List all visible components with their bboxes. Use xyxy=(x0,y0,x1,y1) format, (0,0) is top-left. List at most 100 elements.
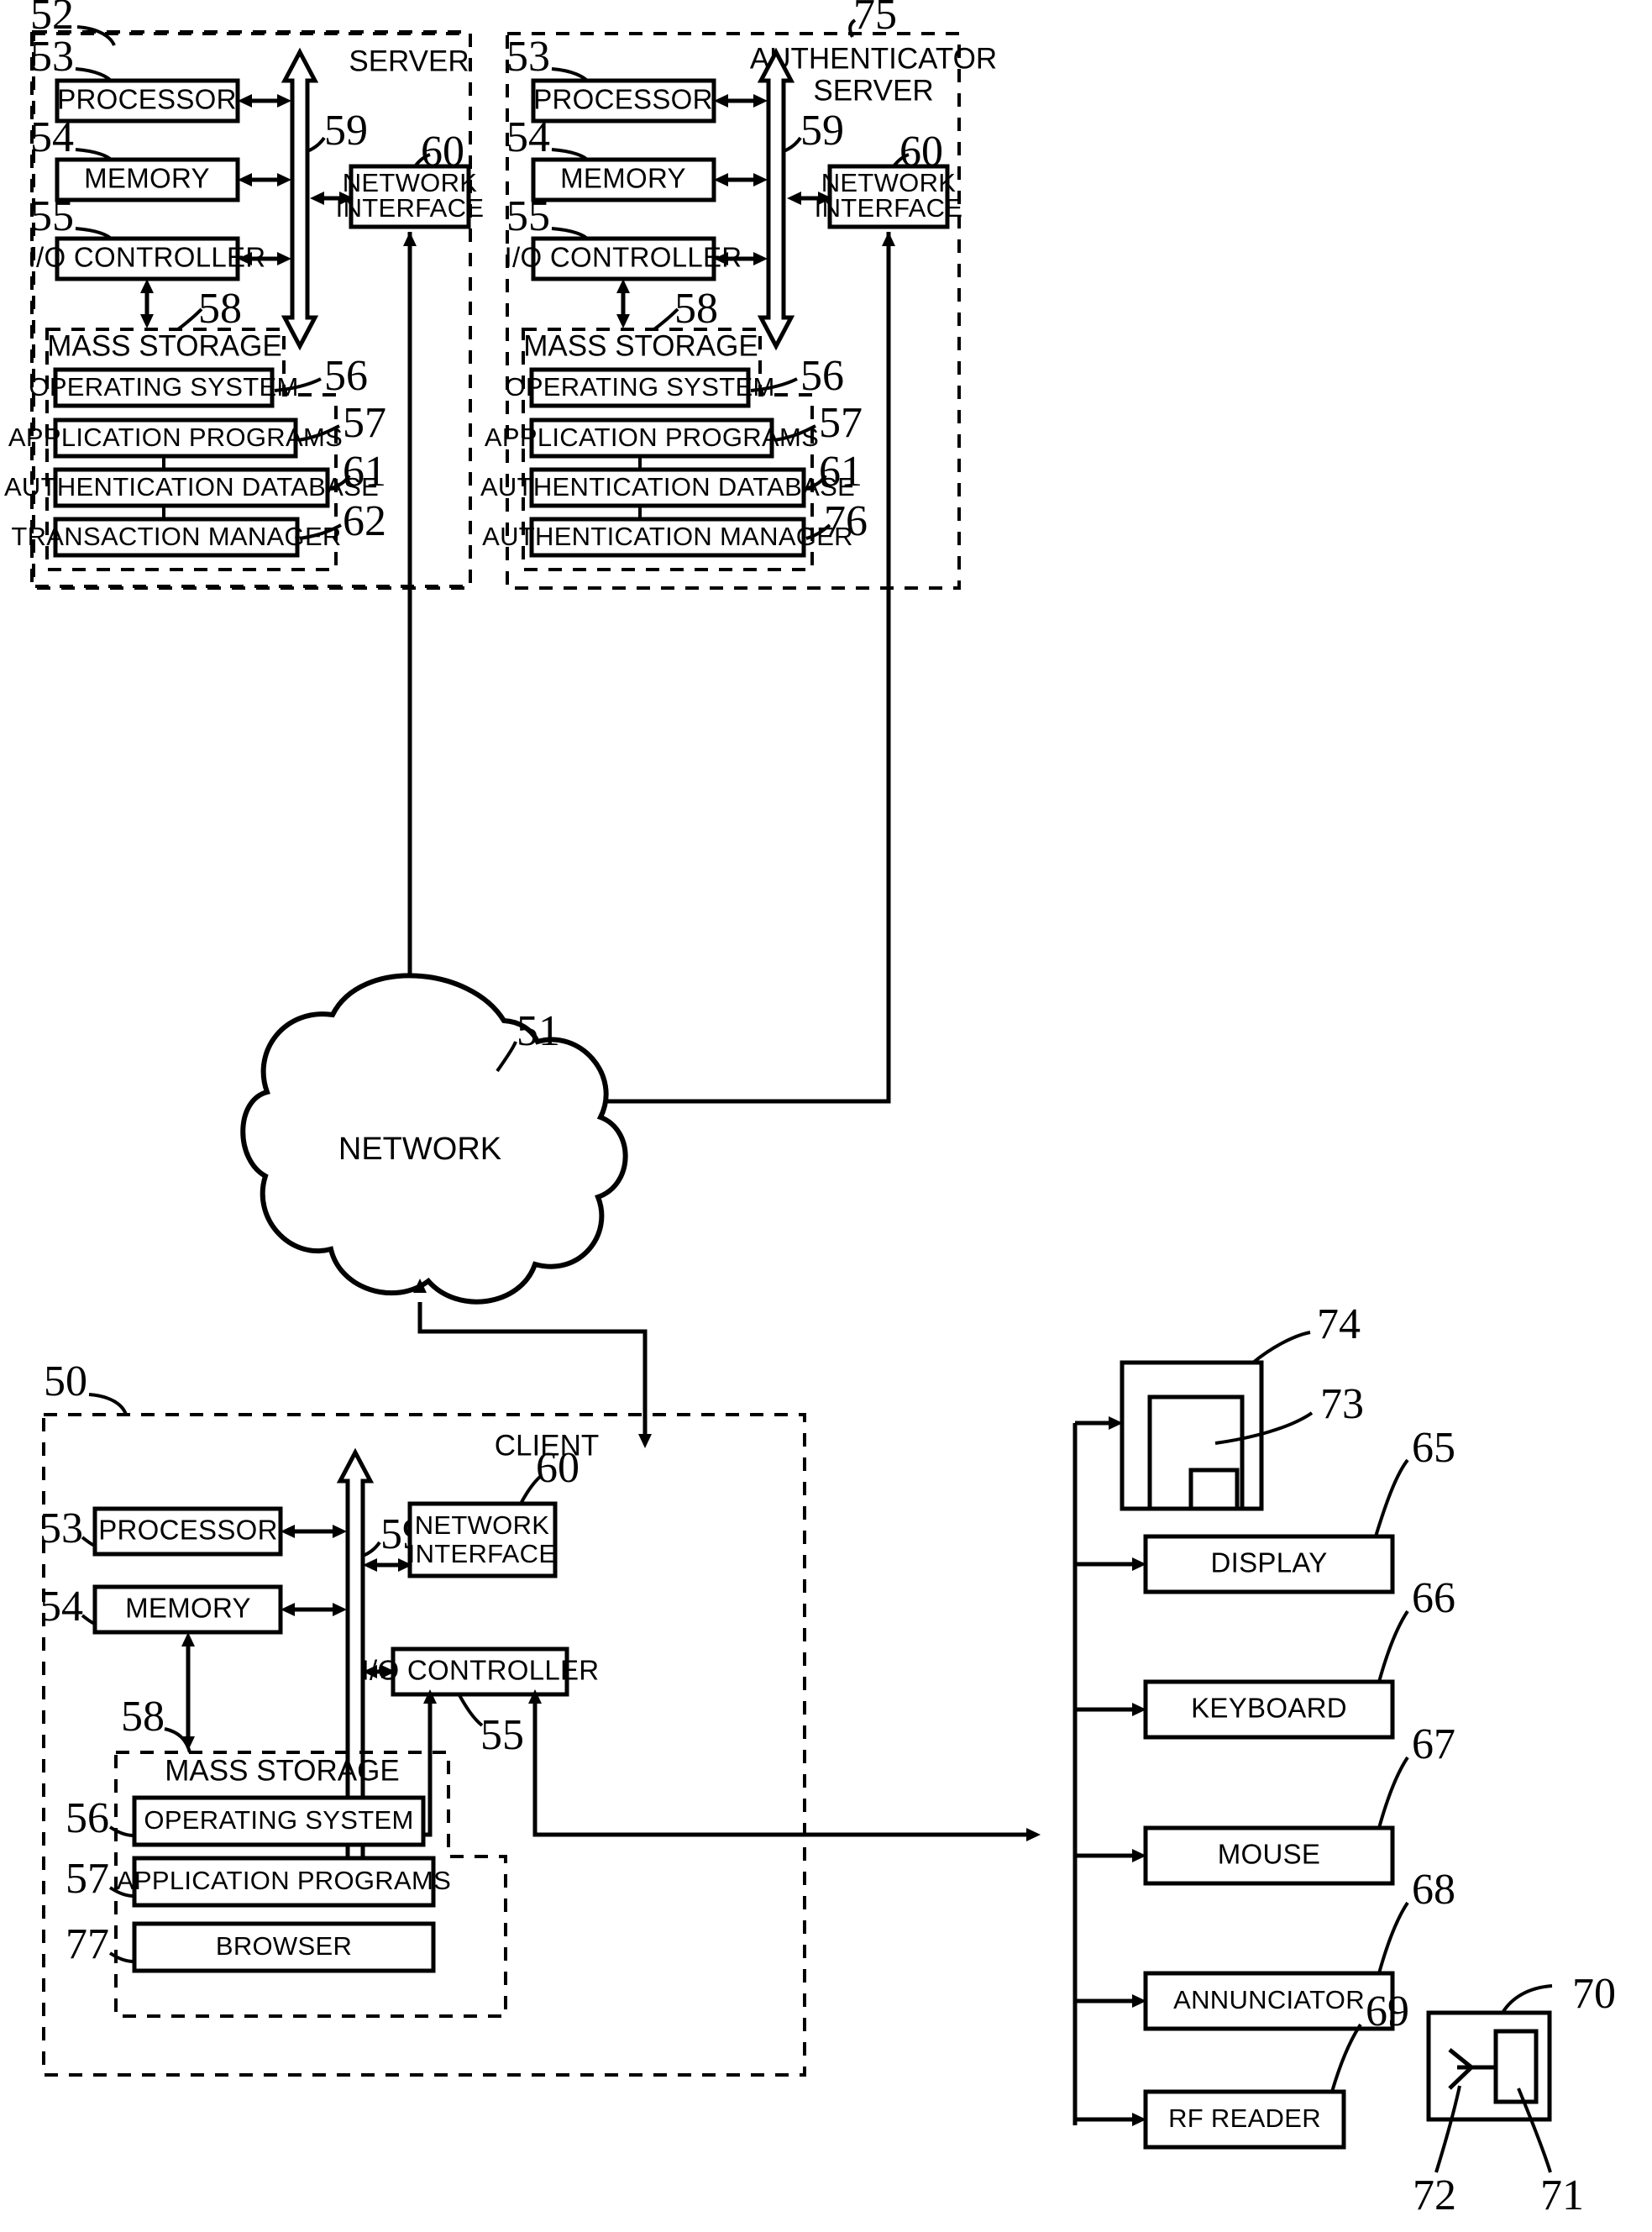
network-label: NETWORK xyxy=(338,1132,501,1167)
ref-74: 74 xyxy=(1317,1300,1361,1348)
ref-71: 71 xyxy=(1540,2172,1584,2219)
arrowhead-right xyxy=(277,173,291,186)
server-txmgr-label: TRANSACTION MANAGER xyxy=(11,522,341,551)
ref-59-auth: 59 xyxy=(800,107,844,155)
ref-55-server: 55 xyxy=(30,192,74,240)
arrowhead-left xyxy=(238,173,252,186)
ref-75: 75 xyxy=(853,0,897,39)
arrowhead-left xyxy=(281,1603,295,1616)
arrowhead-right xyxy=(277,94,291,108)
leader-56-client xyxy=(108,1825,135,1837)
server-mass-storage-label: MASS STORAGE xyxy=(47,329,281,362)
server-apps-label: APPLICATION PROGRAMS xyxy=(8,423,343,452)
auth-authmgr-label: AUTHENTICATION MANAGER xyxy=(482,522,853,551)
client-netif-line1: NETWORK xyxy=(415,1510,550,1540)
server-os-label: OPERATING SYSTEM xyxy=(29,372,298,402)
ref-61-auth: 61 xyxy=(819,448,863,496)
leader-67 xyxy=(1377,1756,1409,1829)
arrowhead-left xyxy=(238,94,252,108)
cloud-client-line xyxy=(417,1302,648,1441)
ref-56-client: 56 xyxy=(66,1794,109,1842)
auth-io-label: I/O CONTROLLER xyxy=(505,242,742,273)
auth-mass-storage-label: MASS STORAGE xyxy=(523,329,758,362)
arrowhead-down xyxy=(140,314,154,328)
ref-60-auth: 60 xyxy=(899,128,943,176)
auth-bus-arrow xyxy=(757,47,795,351)
ref-69: 69 xyxy=(1366,1988,1409,2035)
auth-title-line2: SERVER xyxy=(813,74,933,107)
ref-76-auth: 76 xyxy=(824,497,868,545)
leader-59-auth xyxy=(783,136,802,153)
ref-54-client: 54 xyxy=(39,1583,83,1631)
client-os-label: OPERATING SYSTEM xyxy=(144,1805,413,1835)
arrowhead-right xyxy=(277,252,291,265)
peripheral-annunciator-label: ANNUNCIATOR xyxy=(1173,1985,1365,2014)
arrowhead-left xyxy=(714,94,728,108)
ref-70: 70 xyxy=(1572,1970,1616,2018)
ref-72: 72 xyxy=(1413,2172,1456,2219)
ref-65: 65 xyxy=(1412,1424,1455,1472)
arrowhead-up xyxy=(403,232,417,246)
arrowhead-right xyxy=(333,1603,347,1616)
peripheral-display-label: DISPLAY xyxy=(1210,1547,1327,1578)
rf-tag-chip xyxy=(1493,2029,1539,2104)
server-processor-label: PROCESSOR xyxy=(57,84,237,115)
ref-60-client: 60 xyxy=(536,1444,580,1492)
card-reader-icon xyxy=(1120,1360,1264,1511)
auth-authdb-label: AUTHENTICATION DATABASE xyxy=(480,472,855,502)
leader-68 xyxy=(1377,1901,1409,1974)
ref-59-server: 59 xyxy=(324,107,368,155)
ref-57-server: 57 xyxy=(343,399,386,447)
arrowhead-left xyxy=(281,1525,295,1538)
server-authdb-label: AUTHENTICATION DATABASE xyxy=(4,472,379,502)
peripheral-rfreader-label: RF READER xyxy=(1168,2103,1321,2133)
ref-53-client: 53 xyxy=(39,1505,83,1552)
client-apps-label: APPLICATION PROGRAMS xyxy=(117,1866,451,1895)
leader-50 xyxy=(88,1393,128,1415)
arrowhead-up xyxy=(616,279,630,293)
network-cloud: NETWORK xyxy=(240,973,628,1305)
ref-57-auth: 57 xyxy=(819,399,863,447)
ref-56-server: 56 xyxy=(324,352,368,400)
ref-53-server: 53 xyxy=(30,33,74,81)
ref-56-auth: 56 xyxy=(800,352,844,400)
ref-58-auth: 58 xyxy=(674,285,718,333)
ref-54-server: 54 xyxy=(30,113,74,161)
ref-51: 51 xyxy=(517,1007,560,1055)
auth-processor-label: PROCESSOR xyxy=(533,84,713,115)
arrowhead-right xyxy=(753,252,768,265)
arrowhead-left xyxy=(363,1558,377,1572)
ref-55-auth: 55 xyxy=(506,192,550,240)
ref-50: 50 xyxy=(44,1358,87,1405)
arrowhead-left xyxy=(310,192,324,205)
server-memory-label: MEMORY xyxy=(84,163,210,194)
client-mass-storage-label: MASS STORAGE xyxy=(165,1754,399,1787)
leader-59-client xyxy=(362,1541,381,1557)
arrowhead-left xyxy=(787,192,801,205)
leader-77-client xyxy=(108,1951,135,1963)
server-netif-line2: INTERFACE xyxy=(336,193,485,223)
arrowhead-right xyxy=(753,94,768,108)
arrowhead-up xyxy=(140,279,154,293)
auth-os-label: OPERATING SYSTEM xyxy=(505,372,774,402)
arrowhead-right xyxy=(753,173,768,186)
arrowhead-left xyxy=(714,173,728,186)
ref-67: 67 xyxy=(1412,1720,1455,1768)
auth-apps-label: APPLICATION PROGRAMS xyxy=(485,423,819,452)
peripheral-mouse-label: MOUSE xyxy=(1218,1839,1321,1870)
client-netif-line2: INTERFACE xyxy=(408,1539,557,1568)
leader-70 xyxy=(1501,1984,1553,2014)
leader-55-client xyxy=(458,1694,484,1727)
ref-54-auth: 54 xyxy=(506,113,550,161)
ref-58-client: 58 xyxy=(121,1693,165,1741)
ref-61-server: 61 xyxy=(343,448,386,496)
arrowhead-down xyxy=(638,1434,652,1448)
client-browser-label: BROWSER xyxy=(216,1931,352,1961)
server-io-label: I/O CONTROLLER xyxy=(29,242,266,273)
auth-memory-label: MEMORY xyxy=(560,163,686,194)
ref-66: 66 xyxy=(1412,1574,1455,1622)
arrowhead-up xyxy=(882,232,895,246)
auth-netif-line2: INTERFACE xyxy=(815,193,963,223)
ref-62-server: 62 xyxy=(343,497,386,545)
client-io-label: I/O CONTROLLER xyxy=(362,1655,600,1686)
